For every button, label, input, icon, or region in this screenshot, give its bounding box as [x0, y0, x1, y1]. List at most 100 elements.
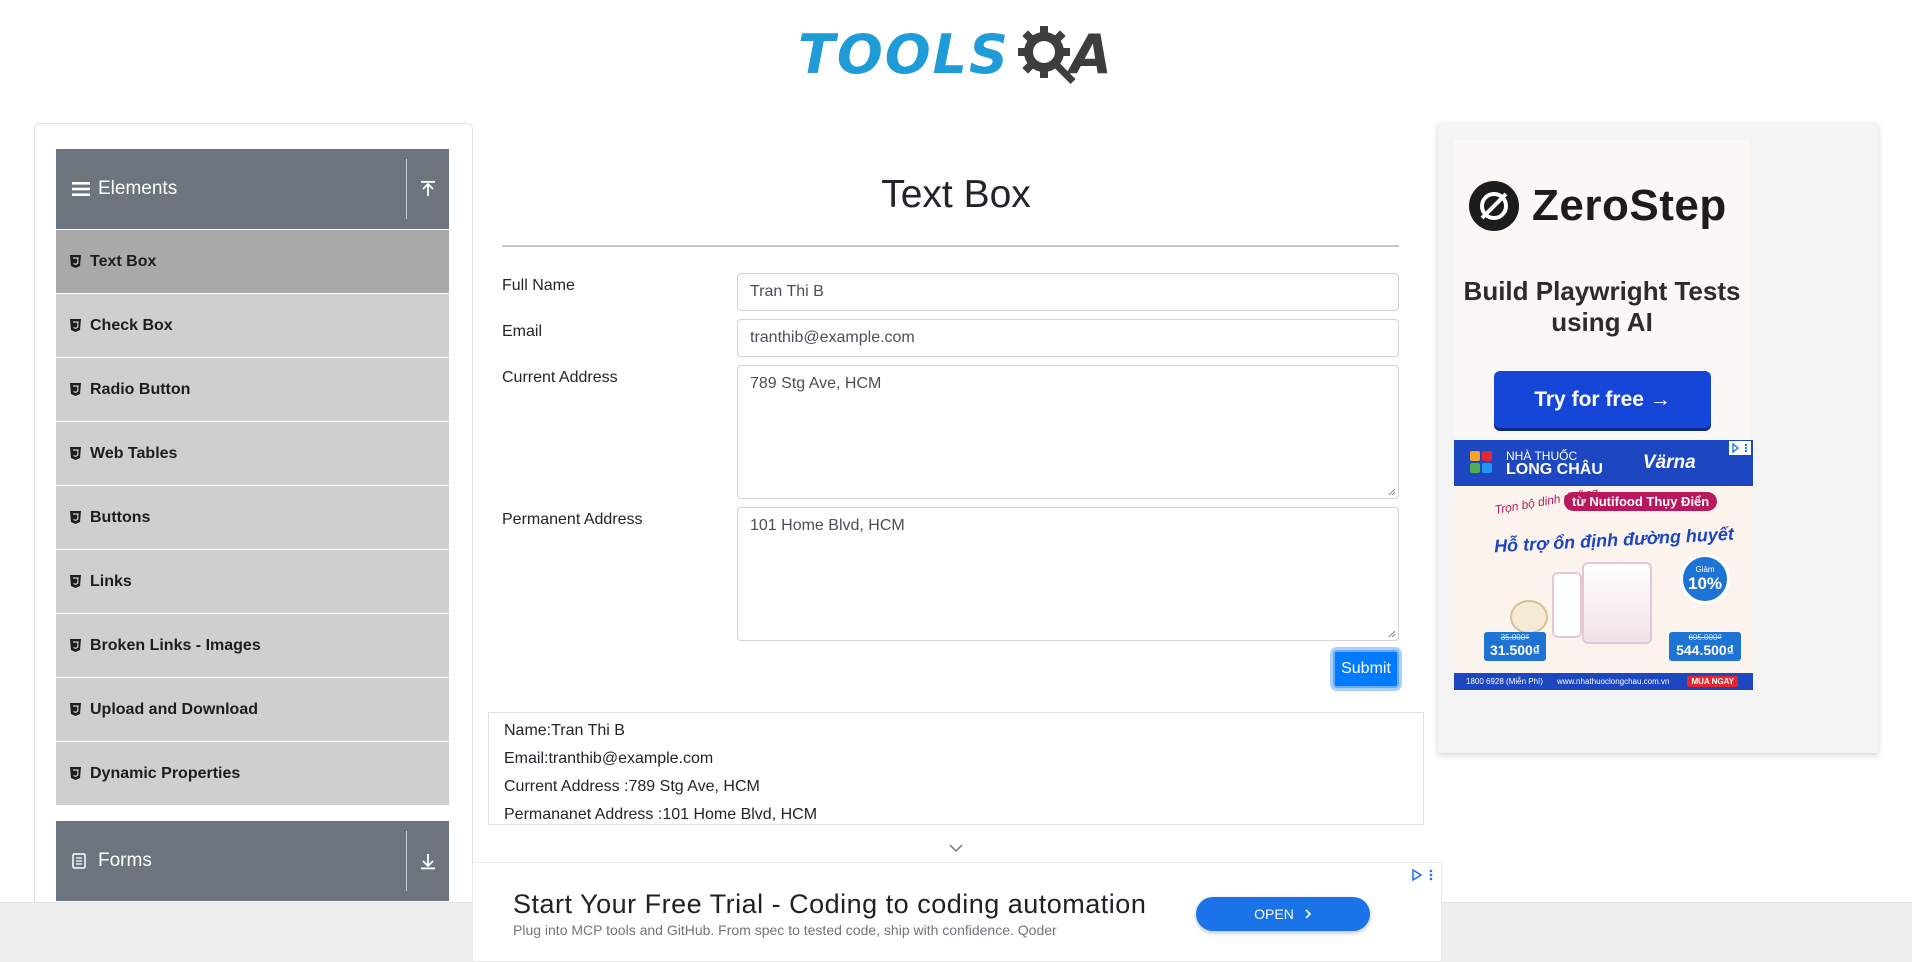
current-address-label: Current Address — [502, 369, 618, 386]
output-name: Name:Tran Thi B — [504, 722, 625, 739]
current-address-value: 789 Stg Ave, HCM — [750, 375, 882, 392]
sidebar-item-label: Check Box — [90, 316, 173, 334]
pharmacy-site: www.nhathuoclongchau.com.vn — [1556, 677, 1670, 686]
price1-old: 35.000₫ — [1500, 633, 1530, 642]
bottom-ad-title[interactable]: Start Your Free Trial - Coding to coding… — [513, 889, 1146, 920]
bottom-ad[interactable]: Start Your Free Trial - Coding to coding… — [472, 862, 1442, 962]
discount-badge: Giảm 10% — [1680, 554, 1730, 604]
zerostep-tagline: Build Playwright Tests using AI — [1463, 276, 1741, 337]
resize-grip-icon[interactable] — [1388, 630, 1396, 638]
try-for-free-button[interactable]: Try for free → — [1494, 371, 1711, 428]
product-bottle-image — [1552, 572, 1582, 638]
zerostep-ad[interactable]: ZeroStep Build Playwright Tests using AI… — [1454, 140, 1750, 442]
html5-icon — [70, 703, 84, 716]
price2: 544.500₫ — [1676, 642, 1734, 658]
sidebar: Elements Text Box Check Box Radio Button… — [34, 123, 473, 962]
html5-icon — [70, 383, 84, 396]
elements-group-header[interactable]: Elements — [56, 149, 449, 229]
pharmacy-ad-footer: 1800 6928 (Miễn Phí) www.nhathuoclongcha… — [1454, 673, 1753, 690]
elements-menu: Text Box Check Box Radio Button Web Tabl… — [56, 230, 449, 806]
collapse-up-icon[interactable] — [407, 180, 449, 198]
sidebar-item-upload-download[interactable]: Upload and Download — [56, 678, 449, 742]
sidebar-item-check-box[interactable]: Check Box — [56, 294, 449, 358]
zerostep-brand: ZeroStep — [1532, 181, 1727, 230]
logo-qa-text: QA A — [1014, 22, 1114, 86]
open-button[interactable]: OPEN — [1196, 897, 1370, 931]
logo-a-glyph: A — [1069, 22, 1114, 86]
discount-value: 10% — [1687, 573, 1723, 593]
zerostep-logo-icon — [1469, 181, 1519, 231]
html5-icon — [70, 767, 84, 780]
sidebar-item-broken-links[interactable]: Broken Links - Images — [56, 614, 449, 678]
sidebar-item-label: Broken Links - Images — [90, 636, 261, 654]
sidebar-item-links[interactable]: Links — [56, 550, 449, 614]
resize-grip-icon[interactable] — [1388, 488, 1396, 496]
long-chau-brand: NHÀ THUỐC LONG CHÂU — [1506, 449, 1603, 478]
output-panel: Name:Tran Thi B Email:tranthib@example.c… — [488, 712, 1424, 825]
sidebar-item-label: Links — [90, 572, 132, 590]
html5-icon — [70, 447, 84, 460]
permanent-address-label: Permanent Address — [502, 511, 643, 528]
right-ad[interactable]: ZeroStep Build Playwright Tests using AI… — [1438, 123, 1878, 753]
sidebar-item-radio-button[interactable]: Radio Button — [56, 358, 449, 422]
html5-icon — [70, 639, 84, 652]
product-tin-image — [1510, 600, 1548, 634]
email-label: Email — [502, 323, 543, 340]
varna-brand: Värna — [1642, 452, 1696, 473]
sidebar-item-buttons[interactable]: Buttons — [56, 486, 449, 550]
title-divider — [502, 245, 1399, 247]
price1: 31.500₫ — [1489, 642, 1540, 658]
chevron-right-icon — [1305, 909, 1312, 919]
toolsqa-logo[interactable]: TOOLS QA A — [798, 14, 1114, 94]
permanent-address-value: 101 Home Blvd, HCM — [750, 517, 905, 534]
submit-button[interactable]: Submit — [1333, 650, 1399, 688]
pharmacy-ad[interactable]: NHÀ THUỐC LONG CHÂU Värna Trọn bộ dinh d… — [1454, 440, 1753, 690]
sidebar-item-dynamic-properties[interactable]: Dynamic Properties — [56, 742, 449, 806]
document-icon — [72, 853, 98, 869]
price-tag-2: 605.000₫ 544.500₫ — [1669, 632, 1741, 661]
sidebar-item-label: Buttons — [90, 508, 151, 526]
pharmacy-headline: Hỗ trợ ổn định đường huyết — [1493, 523, 1735, 557]
html5-icon — [70, 575, 84, 588]
page-title: Text Box — [881, 173, 1031, 216]
html5-icon — [70, 511, 84, 524]
expand-down-icon[interactable] — [407, 852, 449, 870]
open-label: OPEN — [1254, 906, 1294, 922]
adchoices-icon[interactable] — [1411, 869, 1423, 881]
permanent-address-textarea[interactable]: 101 Home Blvd, HCM — [737, 507, 1399, 641]
email-input[interactable]: tranthib@example.com — [737, 319, 1399, 357]
sidebar-item-label: Radio Button — [90, 380, 191, 398]
price2-old: 605.000₫ — [1688, 633, 1722, 642]
html5-icon — [70, 319, 84, 332]
forms-group-header[interactable]: Forms — [56, 821, 449, 901]
sidebar-item-label: Upload and Download — [90, 700, 258, 718]
adchoices-icon[interactable] — [1729, 441, 1751, 455]
price-tag-1: 35.000₫ 31.500₫ — [1484, 632, 1546, 661]
output-current-address: Current Address :789 Stg Ave, HCM — [504, 778, 760, 795]
buy-now-button[interactable]: MUA NGAY — [1687, 676, 1738, 687]
hamburger-icon — [72, 181, 98, 197]
long-chau-logo-icon — [1470, 451, 1492, 473]
logo-tools-text: TOOLS — [798, 22, 1010, 86]
pharmacy-pill: từ Nutifood Thụy Điển — [1564, 492, 1718, 511]
output-permanent-address: Permananet Address :101 Home Blvd, HCM — [504, 806, 818, 823]
chevron-down-icon[interactable] — [948, 843, 964, 853]
gear-magnifier-icon — [1017, 26, 1076, 85]
sidebar-item-web-tables[interactable]: Web Tables — [56, 422, 449, 486]
sidebar-item-label: Web Tables — [90, 444, 178, 462]
pharmacy-ad-header: NHÀ THUỐC LONG CHÂU Värna — [1454, 440, 1753, 486]
html5-icon — [70, 255, 84, 268]
full-name-label: Full Name — [502, 277, 575, 294]
hotline: 1800 6928 (Miễn Phí) — [1466, 677, 1543, 686]
more-options-icon[interactable] — [1429, 869, 1433, 881]
bottom-ad-description: Plug into MCP tools and GitHub. From spe… — [513, 922, 1057, 938]
current-address-textarea[interactable]: 789 Stg Ave, HCM — [737, 365, 1399, 499]
forms-group-title: Forms — [98, 850, 152, 871]
elements-group-title: Elements — [98, 178, 178, 199]
output-email: Email:tranthib@example.com — [504, 750, 714, 767]
sidebar-item-text-box[interactable]: Text Box — [56, 230, 449, 294]
adchoices[interactable] — [1411, 869, 1433, 881]
retailer-name: LONG CHÂU — [1506, 461, 1603, 478]
full-name-input[interactable]: Tran Thi B — [737, 273, 1399, 311]
zerostep-logo: ZeroStep — [1468, 180, 1727, 232]
